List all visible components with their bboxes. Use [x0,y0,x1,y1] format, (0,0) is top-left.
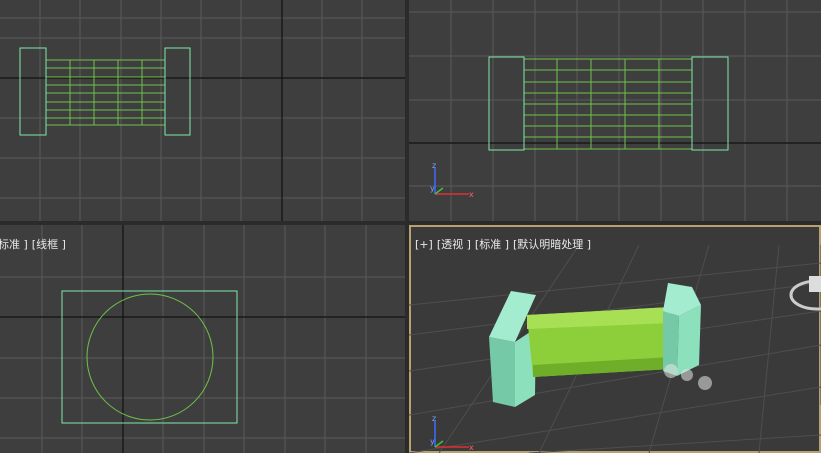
viewport-left[interactable]: 标准 ] [线框 ] [0,225,405,453]
viewport-perspective-label[interactable]: [+] [透视 ] [标准 ] [默认明暗处理 ] [415,236,595,252]
cylinder-circle-wireframe [86,293,214,421]
axis-tripod-icon: z y x [430,161,474,199]
axis-z-label: z [432,161,436,170]
viewport-left-canvas [0,225,405,453]
right-box-outline [164,47,191,136]
view-cube-icon[interactable] [787,270,821,320]
axis-tripod-icon: z y x [430,414,474,452]
axis-z-label: z [432,414,436,423]
axis-x-label: x [469,190,474,199]
axis-y-label: y [430,437,435,446]
axis-x-label: x [469,443,474,452]
viewport-top[interactable] [0,0,405,221]
label-wireframe[interactable]: [线框 ] [32,238,66,251]
label-plus-menu[interactable]: [+] [415,238,433,251]
left-box-3d [489,291,536,407]
label-standard[interactable]: [标准 ] [475,238,509,251]
cylinder-wireframe [523,58,693,150]
axis-y-label: y [430,184,435,193]
right-box-outline [691,56,729,151]
viewport-left-label[interactable]: 标准 ] [线框 ] [0,236,70,252]
cylinder-3d [527,307,671,377]
cylinder-wireframe [45,59,166,126]
viewport-top-canvas [0,0,405,221]
viewport-front[interactable]: z y x [409,0,821,221]
left-box-outline [19,47,47,136]
label-default-shading[interactable]: [默认明暗处理 ] [513,238,591,251]
label-standard[interactable]: 标准 ] [0,238,28,251]
viewport-perspective[interactable]: z y x [+] [透视 ] [标准 ] [默认明暗处理 ] [409,225,821,453]
right-box-3d [663,283,701,376]
label-perspective[interactable]: [透视 ] [437,238,471,251]
left-box-outline [488,56,525,151]
box-outline [61,290,238,424]
